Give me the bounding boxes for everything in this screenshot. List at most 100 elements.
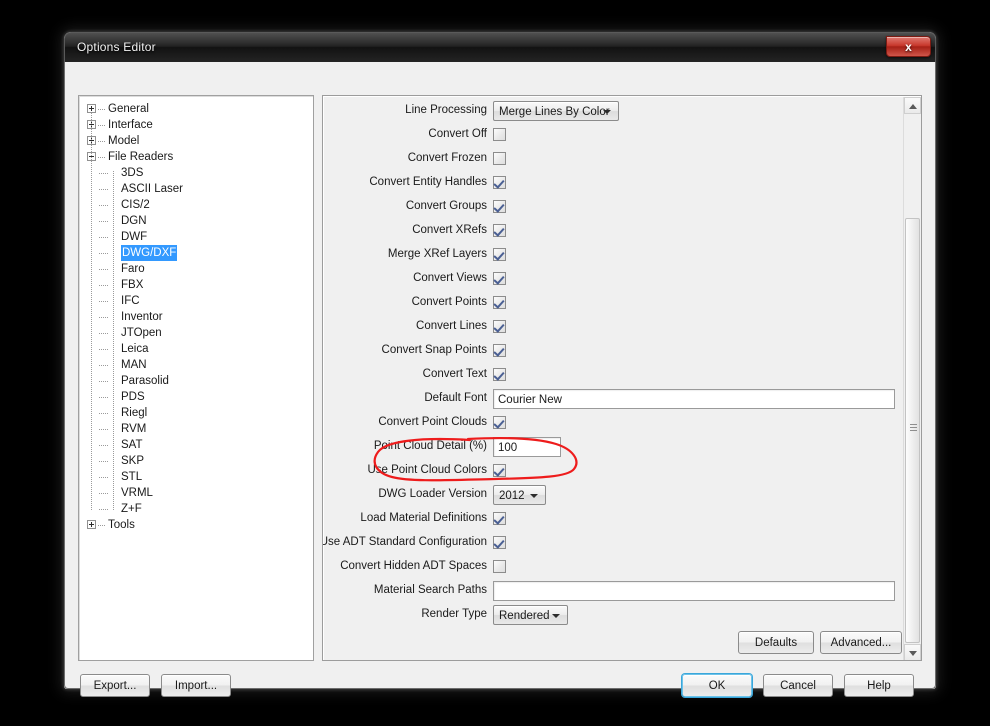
options-editor-window: Options Editor x General Interface Model Fi… bbox=[64, 32, 936, 697]
tree-item-tools[interactable]: Tools bbox=[79, 517, 313, 533]
tree-item-dwf[interactable]: DWF bbox=[79, 229, 313, 245]
checkbox-convert-frozen[interactable] bbox=[493, 152, 506, 165]
input-default-font[interactable]: Courier New bbox=[493, 389, 895, 409]
settings-tree[interactable]: General Interface Model File Readers 3DS ASCI… bbox=[78, 95, 314, 661]
option-label: Convert Off bbox=[428, 128, 487, 140]
tree-item-vrml[interactable]: VRML bbox=[79, 485, 313, 501]
tree-item-label: DWG/DXF bbox=[121, 245, 178, 261]
checkbox-convert-hidden-adt-spaces[interactable] bbox=[493, 560, 506, 573]
tree-item-label: RVM bbox=[121, 423, 147, 435]
cancel-button[interactable]: Cancel bbox=[763, 674, 833, 697]
tree-item-fbx[interactable]: FBX bbox=[79, 277, 313, 293]
tree-item-label: Interface bbox=[108, 119, 153, 131]
tree-item-general[interactable]: General bbox=[79, 101, 313, 117]
option-row: Convert Hidden ADT Spaces bbox=[323, 556, 905, 580]
tree-item-label: Parasolid bbox=[121, 375, 169, 387]
checkbox-load-material-definitions[interactable] bbox=[493, 512, 506, 525]
dropdown-dwg-loader-version[interactable]: 2012 bbox=[493, 485, 546, 505]
checkbox-convert-text[interactable] bbox=[493, 368, 506, 381]
import-button[interactable]: Import... bbox=[161, 674, 231, 697]
tree-item-parasolid[interactable]: Parasolid bbox=[79, 373, 313, 389]
tree-item-model[interactable]: Model bbox=[79, 133, 313, 149]
scroll-up-arrow-icon[interactable] bbox=[904, 97, 921, 114]
option-row: Point Cloud Detail (%) 100 bbox=[323, 436, 905, 460]
option-row: Load Material Definitions bbox=[323, 508, 905, 532]
title-bar-gloss bbox=[65, 33, 935, 47]
tree-connector bbox=[99, 237, 108, 238]
tree-item-rvm[interactable]: RVM bbox=[79, 421, 313, 437]
dropdown-line-processing[interactable]: Merge Lines By Color bbox=[493, 101, 619, 121]
window-title: Options Editor bbox=[77, 40, 156, 54]
option-row: Render Type Rendered bbox=[323, 604, 905, 628]
option-label: Convert Snap Points bbox=[381, 344, 487, 356]
expand-plus-icon[interactable] bbox=[87, 520, 96, 529]
option-row: Convert Entity Handles bbox=[323, 172, 905, 196]
checkbox-convert-views[interactable] bbox=[493, 272, 506, 285]
ok-button[interactable]: OK bbox=[682, 674, 752, 697]
tree-connector bbox=[99, 301, 108, 302]
tree-item-ifc[interactable]: IFC bbox=[79, 293, 313, 309]
option-label: Default Font bbox=[424, 392, 487, 404]
tree-item-faro[interactable]: Faro bbox=[79, 261, 313, 277]
option-label: Convert Hidden ADT Spaces bbox=[340, 560, 487, 572]
tree-item-sat[interactable]: SAT bbox=[79, 437, 313, 453]
close-icon[interactable]: x bbox=[886, 36, 931, 57]
checkbox-convert-snap-points[interactable] bbox=[493, 344, 506, 357]
tree-guide-line bbox=[91, 113, 92, 511]
tree-item-label: VRML bbox=[121, 487, 153, 499]
tree-connector bbox=[99, 285, 108, 286]
tree-item-skp[interactable]: SKP bbox=[79, 453, 313, 469]
tree-connector bbox=[99, 397, 108, 398]
checkbox-convert-points[interactable] bbox=[493, 296, 506, 309]
checkbox-convert-entity-handles[interactable] bbox=[493, 176, 506, 189]
tree-item-label: General bbox=[108, 103, 149, 115]
checkbox-use-point-cloud-colors[interactable] bbox=[493, 464, 506, 477]
checkbox-convert-groups[interactable] bbox=[493, 200, 506, 213]
window-client-area: General Interface Model File Readers 3DS ASCI… bbox=[64, 62, 936, 697]
dropdown-value: Rendered bbox=[499, 610, 550, 622]
checkbox-convert-off[interactable] bbox=[493, 128, 506, 141]
checkbox-convert-lines[interactable] bbox=[493, 320, 506, 333]
tree-item-label: Z+F bbox=[121, 503, 142, 515]
tree-item-label: Faro bbox=[121, 263, 145, 275]
tree-item-label: SAT bbox=[121, 439, 143, 451]
tree-item-3ds[interactable]: 3DS bbox=[79, 165, 313, 181]
scrollbar-thumb[interactable] bbox=[905, 218, 920, 643]
input-point-cloud-detail[interactable]: 100 bbox=[493, 437, 561, 457]
help-button[interactable]: Help bbox=[844, 674, 914, 697]
options-scrollbar[interactable] bbox=[903, 97, 921, 660]
tree-item-leica[interactable]: Leica bbox=[79, 341, 313, 357]
tree-item-label: CIS/2 bbox=[121, 199, 150, 211]
advanced-button[interactable]: Advanced... bbox=[820, 631, 902, 654]
tree-item-pds[interactable]: PDS bbox=[79, 389, 313, 405]
tree-item-label: Leica bbox=[121, 343, 149, 355]
checkbox-use-adt-standard-configuration[interactable] bbox=[493, 536, 506, 549]
tree-item-riegl[interactable]: Riegl bbox=[79, 405, 313, 421]
window-title-bar[interactable]: Options Editor x bbox=[64, 32, 936, 62]
checkbox-convert-point-clouds[interactable] bbox=[493, 416, 506, 429]
tree-item-dgn[interactable]: DGN bbox=[79, 213, 313, 229]
tree-item-man[interactable]: MAN bbox=[79, 357, 313, 373]
tree-item-file-readers[interactable]: File Readers bbox=[79, 149, 313, 165]
option-label: Convert Text bbox=[422, 368, 487, 380]
option-row: Use ADT Standard Configuration bbox=[323, 532, 905, 556]
checkbox-convert-xrefs[interactable] bbox=[493, 224, 506, 237]
tree-item-dwg-dxf[interactable]: DWG/DXF bbox=[79, 245, 313, 261]
tree-item-interface[interactable]: Interface bbox=[79, 117, 313, 133]
option-row: Convert Off bbox=[323, 124, 905, 148]
tree-item-jtopen[interactable]: JTOpen bbox=[79, 325, 313, 341]
tree-item-cis-2[interactable]: CIS/2 bbox=[79, 197, 313, 213]
dropdown-render-type[interactable]: Rendered bbox=[493, 605, 568, 625]
checkbox-merge-xref-layers[interactable] bbox=[493, 248, 506, 261]
option-label: Merge XRef Layers bbox=[387, 248, 487, 260]
tree-item-ascii-laser[interactable]: ASCII Laser bbox=[79, 181, 313, 197]
export-button[interactable]: Export... bbox=[80, 674, 150, 697]
option-label: Convert Entity Handles bbox=[369, 176, 487, 188]
expand-plus-icon[interactable] bbox=[87, 104, 96, 113]
tree-item-stl[interactable]: STL bbox=[79, 469, 313, 485]
input-material-search-paths[interactable] bbox=[493, 581, 895, 601]
tree-item-inventor[interactable]: Inventor bbox=[79, 309, 313, 325]
defaults-button[interactable]: Defaults bbox=[738, 631, 814, 654]
tree-item-z-f[interactable]: Z+F bbox=[79, 501, 313, 517]
scroll-down-arrow-icon[interactable] bbox=[904, 644, 921, 660]
